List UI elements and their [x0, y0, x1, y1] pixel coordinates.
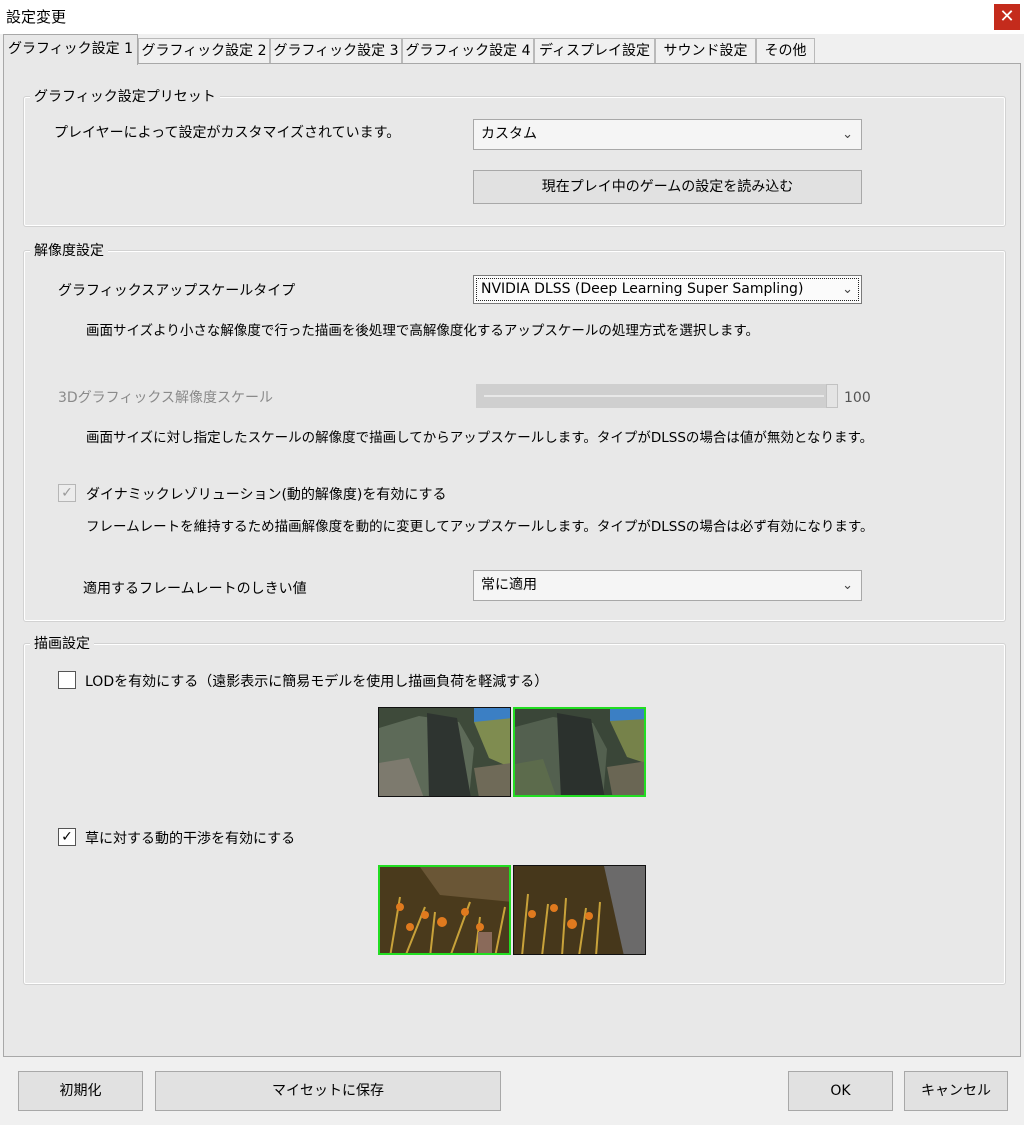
lod-preview-on-image — [515, 709, 644, 795]
grass-preview-off-image — [514, 866, 645, 954]
save-myset-button[interactable]: マイセットに保存 — [155, 1071, 501, 1111]
load-current-settings-button[interactable]: 現在プレイ中のゲームの設定を読み込む — [473, 170, 862, 204]
tab-graphics-3[interactable]: グラフィック設定 3 — [270, 38, 402, 64]
dynamic-resolution-label: ダイナミックレゾリューション(動的解像度)を有効にする — [86, 487, 447, 503]
lod-preview-off — [378, 707, 511, 797]
lod-preview-off-image — [379, 708, 510, 796]
grass-interaction-label: 草に対する動的干渉を有効にする — [85, 831, 296, 847]
chevron-down-icon: ⌄ — [842, 127, 853, 142]
tab-graphics-4[interactable]: グラフィック設定 4 — [402, 38, 534, 64]
preset-combo-value: カスタム — [481, 126, 537, 142]
tab-graphics-1[interactable]: グラフィック設定 1 — [3, 34, 138, 65]
framerate-threshold-value: 常に適用 — [481, 577, 537, 593]
checkmark-icon: ✓ — [61, 829, 73, 845]
preset-status-text: プレイヤーによって設定がカスタマイズされています。 — [54, 125, 401, 141]
upscale-type-combo[interactable]: NVIDIA DLSS (Deep Learning Super Samplin… — [473, 275, 862, 304]
tab-other[interactable]: その他 — [756, 38, 815, 64]
grass-preview-on — [378, 865, 511, 955]
window-title: 設定変更 — [6, 8, 67, 26]
resolution-scale-description: 画面サイズに対し指定したスケールの解像度で描画してからアップスケールします。タイ… — [86, 430, 874, 446]
slider-thumb[interactable] — [826, 384, 838, 408]
preset-group: グラフィック設定プリセット — [23, 86, 1006, 227]
grass-preview-on-image — [380, 867, 509, 953]
lod-checkbox[interactable] — [58, 671, 76, 689]
lod-label: LODを有効にする（遠影表示に簡易モデルを使用し描画負荷を軽減する） — [85, 674, 549, 690]
chevron-down-icon: ⌄ — [842, 282, 853, 297]
reset-button[interactable]: 初期化 — [18, 1071, 143, 1111]
framerate-threshold-combo[interactable]: 常に適用 ⌄ — [473, 570, 862, 601]
dynamic-resolution-checkbox[interactable]: ✓ — [58, 484, 76, 502]
grass-preview-images — [378, 865, 647, 957]
ok-button[interactable]: OK — [788, 1071, 893, 1111]
resolution-scale-value: 100 — [844, 390, 871, 406]
upscale-type-value: NVIDIA DLSS (Deep Learning Super Samplin… — [481, 281, 804, 297]
preset-combo[interactable]: カスタム ⌄ — [473, 119, 862, 150]
resolution-scale-slider[interactable] — [476, 384, 838, 408]
upscale-type-label: グラフィックスアップスケールタイプ — [58, 283, 296, 299]
upscale-type-description: 画面サイズより小さな解像度で行った描画を後処理で高解像度化するアップスケールの処… — [86, 323, 759, 339]
slider-track-line — [484, 395, 824, 397]
tab-strip: グラフィック設定 1 グラフィック設定 2 グラフィック設定 3 グラフィック設… — [0, 34, 1024, 65]
render-group-title: 描画設定 — [30, 633, 94, 653]
resolution-scale-label: 3Dグラフィックス解像度スケール — [58, 390, 273, 406]
tab-display[interactable]: ディスプレイ設定 — [534, 38, 655, 64]
lod-preview-images — [378, 707, 647, 799]
lod-preview-on — [513, 707, 646, 797]
framerate-threshold-label: 適用するフレームレートのしきい値 — [83, 581, 307, 597]
title-bar: 設定変更 ✕ — [0, 0, 1024, 34]
tab-graphics-2[interactable]: グラフィック設定 2 — [138, 38, 270, 64]
dynamic-resolution-description: フレームレートを維持するため描画解像度を動的に変更してアップスケールします。タイ… — [86, 519, 874, 535]
grass-preview-off — [513, 865, 646, 955]
cancel-button[interactable]: キャンセル — [904, 1071, 1008, 1111]
chevron-down-icon: ⌄ — [842, 578, 853, 593]
tab-panel: グラフィック設定プリセット プレイヤーによって設定がカスタマイズされています。 … — [3, 63, 1021, 1057]
tab-sound[interactable]: サウンド設定 — [655, 38, 756, 64]
close-icon: ✕ — [999, 6, 1015, 27]
checkmark-icon: ✓ — [61, 485, 73, 501]
resolution-group-title: 解像度設定 — [30, 240, 108, 260]
grass-interaction-checkbox[interactable]: ✓ — [58, 828, 76, 846]
preset-group-title: グラフィック設定プリセット — [30, 86, 220, 106]
close-button[interactable]: ✕ — [994, 4, 1020, 30]
